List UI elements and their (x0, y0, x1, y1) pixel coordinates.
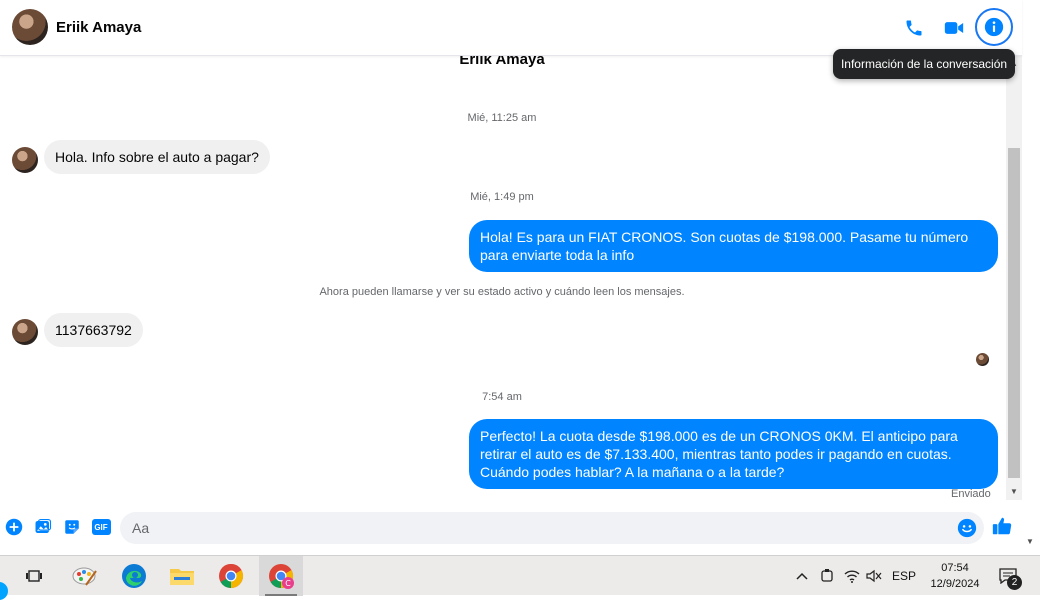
contact-avatar[interactable] (12, 9, 48, 45)
gif-label: GIF (91, 519, 111, 535)
system-notice: Ahora pueden llamarse y ver su estado ac… (319, 286, 685, 298)
svg-text:C: C (285, 579, 291, 588)
chrome-profile-icon[interactable]: C (259, 556, 303, 596)
window-scroll-down-arrow[interactable]: ▼ (1026, 537, 1034, 546)
paint-app-icon[interactable] (63, 556, 107, 596)
scroll-thumb[interactable] (1008, 148, 1020, 478)
windows-taskbar: C ESP 07:54 12/9/2024 2 (0, 555, 1040, 600)
info-icon (984, 17, 1004, 37)
incoming-message[interactable]: Hola. Info sobre el auto a pagar? (44, 140, 270, 174)
notification-count-badge: 2 (1007, 575, 1022, 590)
thread-scrollbar[interactable]: ▲ ▼ (1006, 56, 1022, 500)
plus-icon[interactable] (3, 516, 25, 538)
seen-avatar (976, 353, 989, 366)
scroll-down-arrow[interactable]: ▼ (1010, 487, 1018, 496)
sender-avatar[interactable] (12, 147, 38, 173)
show-hidden-icons-chevron-icon[interactable] (792, 556, 812, 596)
clock-date: 12/9/2024 (930, 578, 980, 590)
volume-muted-icon[interactable] (864, 556, 884, 596)
language-indicator[interactable]: ESP (890, 556, 918, 596)
phone-icon[interactable] (900, 14, 928, 42)
message-timestamp: Mié, 11:25 am (467, 112, 537, 124)
message-input-box[interactable] (120, 512, 984, 544)
emoji-icon[interactable] (956, 517, 978, 539)
messenger-window: Eriik Amaya Información de la conversaci… (0, 0, 1040, 555)
system-clock[interactable]: 07:54 12/9/2024 (920, 560, 990, 592)
conversation-header: Eriik Amaya (0, 0, 1022, 56)
message-thread: Eriik Amaya Mié, 11:25 am Hola. Info sob… (0, 56, 1004, 504)
like-icon[interactable] (991, 515, 1013, 537)
info-button[interactable] (975, 8, 1013, 46)
sticker-icon[interactable] (61, 516, 83, 538)
delivery-status: Enviado (951, 488, 991, 500)
edge-icon[interactable] (112, 556, 156, 596)
info-tooltip: Información de la conversación (833, 49, 1015, 79)
outgoing-message[interactable]: Hola! Es para un FIAT CRONOS. Son cuotas… (469, 220, 998, 272)
message-input[interactable] (132, 512, 952, 544)
meet-now-icon[interactable] (817, 556, 837, 596)
task-view-icon[interactable] (12, 556, 56, 596)
file-explorer-icon[interactable] (160, 556, 204, 596)
incoming-message[interactable]: 1137663792 (44, 313, 143, 347)
message-timestamp: 7:54 am (482, 391, 522, 403)
contact-name[interactable]: Eriik Amaya (56, 19, 141, 36)
image-icon[interactable] (32, 516, 54, 538)
wifi-icon[interactable] (842, 556, 862, 596)
outgoing-message[interactable]: Perfecto! La cuota desde $198.000 es de … (469, 419, 998, 489)
clock-time: 07:54 (941, 562, 969, 574)
gif-icon[interactable]: GIF (90, 516, 112, 538)
start-orb[interactable] (0, 582, 8, 600)
chrome-icon[interactable] (209, 556, 253, 596)
sender-avatar[interactable] (12, 319, 38, 345)
message-timestamp: Mié, 1:49 pm (470, 191, 534, 203)
message-composer: GIF (0, 508, 1022, 548)
video-icon[interactable] (940, 14, 968, 42)
